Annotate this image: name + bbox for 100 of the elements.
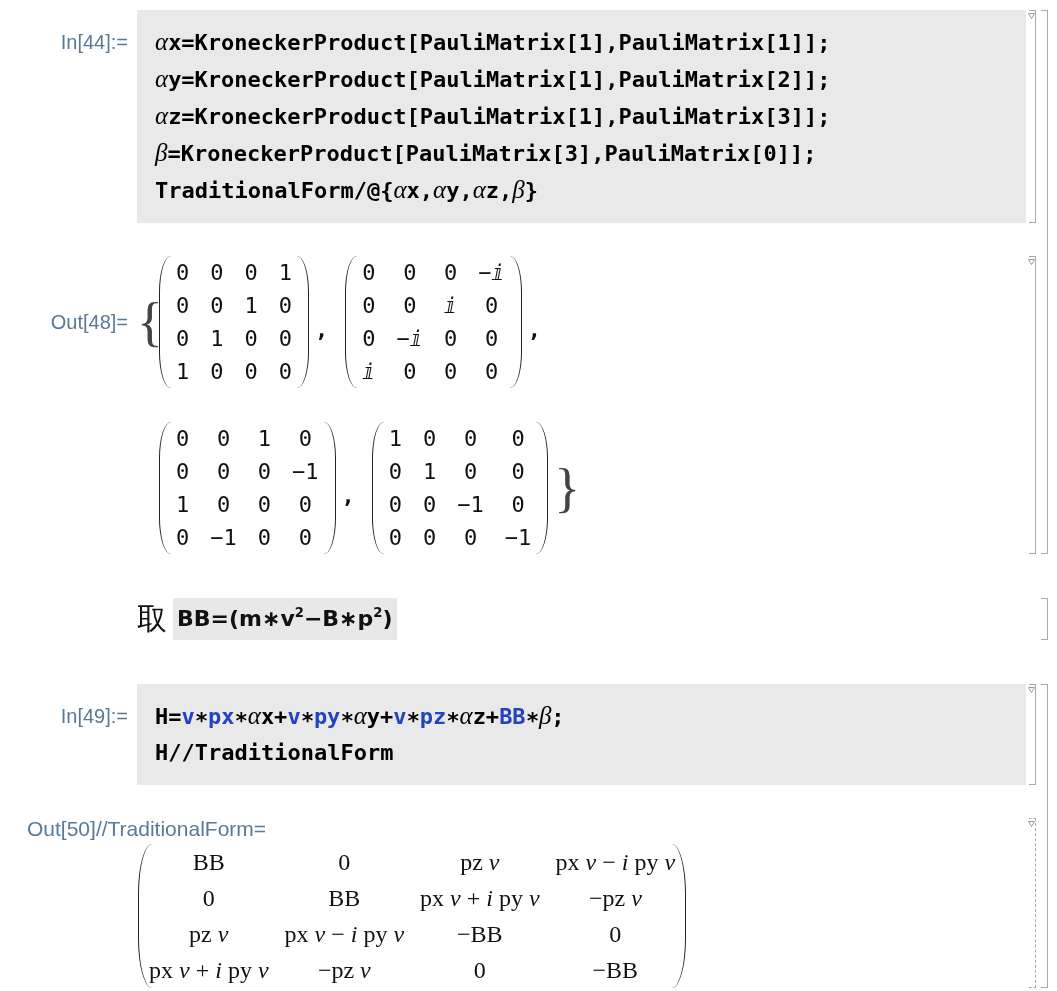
code-input-field[interactable]: H=v∗px∗αx+v∗py∗αy+v∗pz∗αz+BB∗β; H//TraditionalForm — [137, 684, 1026, 785]
matrix-entry: 0 — [176, 259, 190, 287]
cell-bracket[interactable] — [1029, 256, 1036, 554]
matrix-entry: 0 — [403, 292, 417, 320]
matrix-entry: 0 — [388, 458, 402, 486]
matrix-entry: px v − i py v — [284, 920, 405, 949]
code-line: H=v∗px∗αx+v∗py∗αy+v∗pz∗αz+BB∗β; — [155, 701, 565, 731]
matrix-entry: 0 — [362, 292, 376, 320]
matrix-entry: 0 — [423, 491, 437, 519]
matrix-entry: 0 — [484, 325, 499, 353]
note-text: 取 — [137, 600, 167, 638]
matrix-entry: pz v — [460, 848, 500, 877]
comma: , — [315, 316, 329, 342]
matrix-entry: 0 — [444, 325, 458, 353]
code-line: αx=KroneckerProduct[PauliMatrix[1],PauliMatrix[1]]; — [155, 27, 831, 57]
matrix-entry: 0 — [176, 292, 190, 320]
matrix-entry: 0 — [511, 425, 525, 453]
group-bracket[interactable] — [1041, 684, 1048, 988]
matrix-entry: 0 — [210, 358, 224, 386]
matrix-entry: ⅈ — [362, 358, 376, 386]
matrix-entry: 0 — [298, 524, 312, 552]
matrix-entry: 0 — [244, 259, 258, 287]
matrix-entry: −1 — [457, 491, 484, 519]
matrix-entry: 1 — [210, 325, 224, 353]
matrix-entry: 0 — [473, 956, 486, 985]
matrix-entry: 0 — [176, 524, 190, 552]
close-brace: } — [554, 461, 577, 515]
matrix-entry: 0 — [463, 425, 478, 453]
matrix-entry: 0 — [609, 920, 622, 949]
triangle-icon — [1028, 687, 1035, 693]
comma: , — [341, 482, 355, 508]
cell-bracket[interactable] — [1029, 10, 1036, 223]
triangle-icon — [1028, 821, 1035, 827]
code-line: αy=KroneckerProduct[PauliMatrix[1],PauliMatrix[2]]; — [155, 64, 831, 94]
matrix-entry: 0 — [244, 325, 258, 353]
matrix-entry: 0 — [216, 491, 231, 519]
matrix-entry: 0 — [423, 425, 437, 453]
matrix-entry: 0 — [511, 458, 525, 486]
matrix-entry: 0 — [257, 458, 271, 486]
cell-label: In[44]:= — [60, 31, 128, 53]
cell-label: In[49]:= — [60, 705, 128, 727]
matrix-entry: 0 — [403, 358, 417, 386]
open-brace: { — [137, 295, 159, 349]
inline-formula: BB=(m∗v$^{2}$−B∗p$^{2}$) — [173, 598, 397, 640]
matrix-entry: px v + i py v — [149, 956, 269, 985]
matrix-entry: −ⅈ — [478, 259, 505, 287]
matrix-entry: 0 — [388, 491, 402, 519]
matrix-entry: 0 — [176, 325, 190, 353]
cell-label: Out[50]//TraditionalForm= — [27, 818, 267, 840]
matrix-entry: px v + i py v — [420, 884, 540, 913]
matrix-entry: 0 — [210, 292, 224, 320]
matrix-entry: 0 — [257, 491, 271, 519]
matrix-entry: 0 — [298, 425, 312, 453]
matrix-entry: 0 — [278, 358, 292, 386]
triangle-icon — [1028, 13, 1035, 19]
group-bracket[interactable] — [1041, 598, 1048, 640]
matrix-entry: 0 — [423, 524, 437, 552]
matrix-entry: 1 — [423, 458, 437, 486]
matrix-entry: 0 — [403, 259, 417, 287]
matrix-entry: 1 — [176, 491, 190, 519]
code-line: β=KroneckerProduct[PauliMatrix[3],PauliMatrix[0]]; — [155, 138, 817, 168]
matrix-entry: 0 — [244, 358, 258, 386]
matrix-entry: −pz v — [317, 956, 371, 985]
matrix-entry: 0 — [484, 358, 499, 386]
matrix-entry: 0 — [278, 292, 292, 320]
matrix-entry: 1 — [244, 292, 258, 320]
matrix-entry: 0 — [444, 259, 458, 287]
matrix-entry: 0 — [362, 259, 376, 287]
matrix-entry: 1 — [257, 425, 271, 453]
code-line: αz=KroneckerProduct[PauliMatrix[1],PauliMatrix[3]]; — [155, 101, 831, 131]
matrix-entry: −pz v — [588, 884, 642, 913]
group-bracket[interactable] — [1041, 10, 1048, 554]
matrix-entry: −1 — [504, 524, 532, 552]
matrix-entry: 1 — [388, 425, 402, 453]
matrix-entry: 1 — [176, 358, 190, 386]
matrix-entry: −BB — [592, 956, 639, 985]
matrix-entry: 0 — [463, 458, 478, 486]
matrix-entry: 0 — [298, 491, 312, 519]
code-line: H//TraditionalForm — [155, 739, 394, 767]
matrix-entry: pz v — [189, 920, 229, 949]
matrix-entry: 0 — [511, 491, 525, 519]
matrix-entry: 0 — [216, 458, 231, 486]
matrix-entry: −BB — [457, 920, 503, 949]
matrix-entry: ⅈ — [444, 292, 458, 320]
matrix-entry: 0 — [278, 325, 292, 353]
cell-bracket[interactable] — [1029, 684, 1036, 785]
matrix-entry: −ⅈ — [396, 325, 423, 353]
matrix-entry: −1 — [210, 524, 237, 552]
cell-bracket[interactable] — [1029, 818, 1036, 988]
matrix-entry: BB — [328, 884, 361, 913]
comma: , — [527, 316, 541, 342]
matrix-entry: 1 — [278, 259, 292, 287]
matrix-entry: 0 — [484, 292, 499, 320]
matrix-entry: 0 — [388, 524, 402, 552]
code-line: TraditionalForm/@{αx,αy,αz,β} — [155, 175, 538, 205]
matrix-entry: 0 — [202, 884, 215, 913]
matrix-entry: 0 — [210, 259, 224, 287]
triangle-icon — [1028, 259, 1035, 265]
matrix-entry: 0 — [257, 524, 271, 552]
matrix-entry: 0 — [463, 524, 478, 552]
